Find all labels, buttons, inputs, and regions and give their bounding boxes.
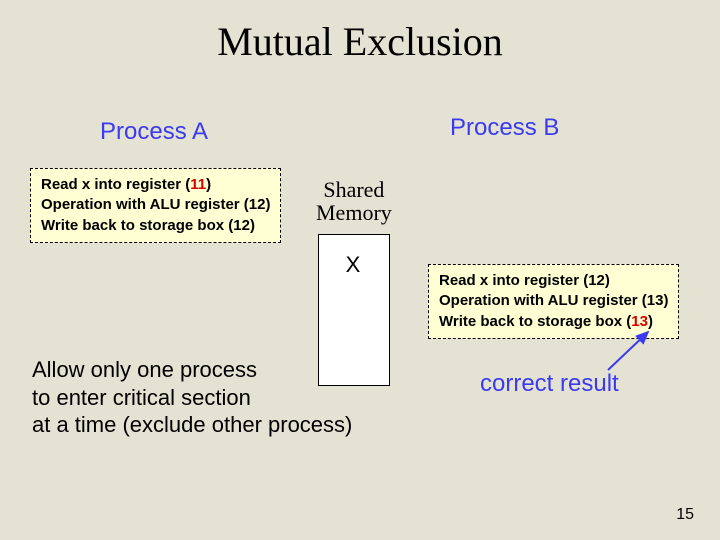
text: to enter critical section — [32, 384, 352, 412]
text: Read x into register ( — [41, 176, 190, 193]
shared-memory-x: X — [318, 252, 388, 278]
text: Memory — [316, 200, 392, 225]
correct-result-label: correct result — [480, 370, 619, 398]
page-title: Mutual Exclusion — [0, 18, 720, 65]
text: ) — [206, 176, 211, 193]
code-line: Write back to storage box (13) — [439, 312, 668, 332]
shared-memory-label: Shared Memory — [316, 178, 392, 224]
text: Allow only one process — [32, 356, 352, 384]
text: Shared — [323, 177, 384, 202]
highlight-value: 11 — [190, 176, 206, 193]
highlight-value: 13 — [631, 313, 648, 330]
process-a-codebox: Read x into register (11) Operation with… — [30, 168, 281, 243]
code-line: Read x into register (12) — [439, 271, 668, 291]
code-line: Operation with ALU register (12) — [41, 195, 270, 215]
text: at a time (exclude other process) — [32, 411, 352, 439]
text: ) — [648, 313, 653, 330]
text: Write back to storage box ( — [439, 313, 631, 330]
code-line: Operation with ALU register (13) — [439, 291, 668, 311]
allow-note: Allow only one process to enter critical… — [32, 356, 352, 439]
process-a-label: Process A — [100, 118, 208, 146]
page-number: 15 — [676, 506, 694, 524]
process-b-label: Process B — [450, 114, 559, 142]
process-b-codebox: Read x into register (12) Operation with… — [428, 264, 679, 339]
code-line: Read x into register (11) — [41, 175, 270, 195]
code-line: Write back to storage box (12) — [41, 216, 270, 236]
